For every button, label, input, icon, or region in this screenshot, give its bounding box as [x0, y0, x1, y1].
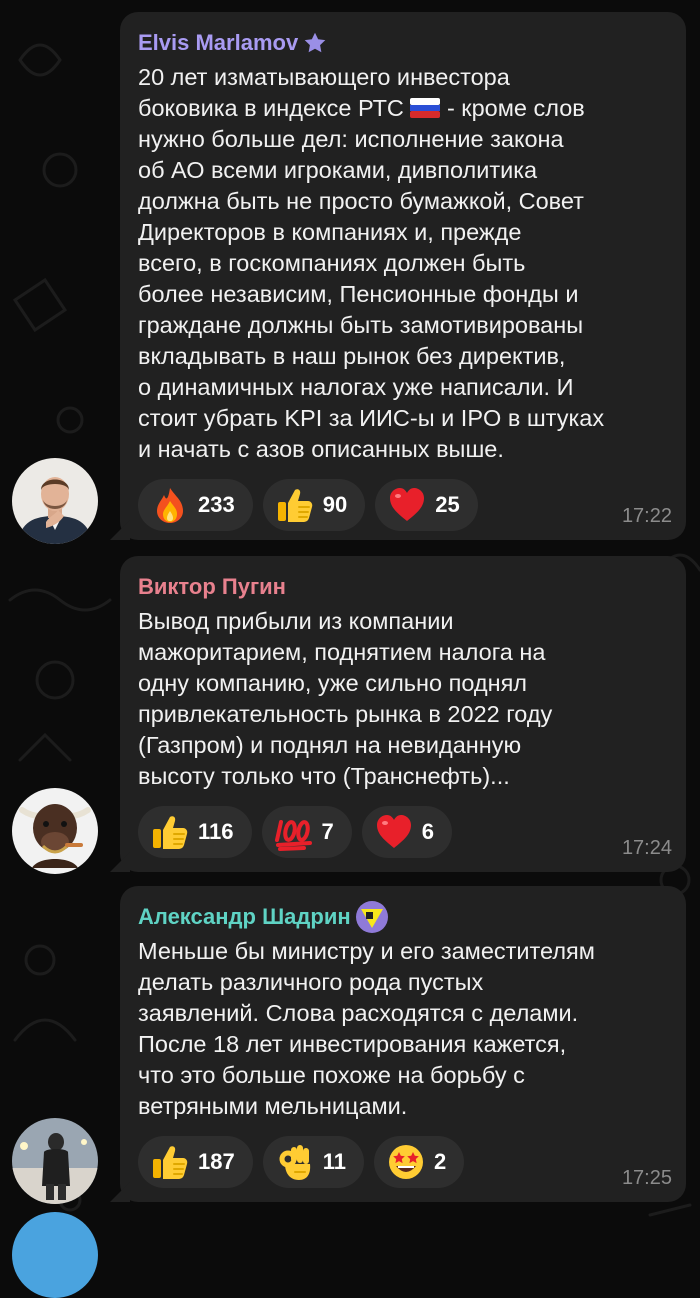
yellow-triangle-badge-icon	[355, 901, 388, 933]
reaction-fire[interactable]: 233	[138, 479, 253, 531]
user-photo	[12, 788, 98, 874]
heart-icon	[376, 815, 411, 848]
reaction-count: 116	[198, 819, 234, 844]
fire-icon	[157, 488, 183, 523]
reaction-thumbs-up[interactable]: 116	[138, 806, 252, 858]
message-author[interactable]: Elvis Marlamov	[138, 30, 668, 56]
message-text: 20 лет изматывающего инвестора боковика …	[138, 64, 605, 462]
star-struck-icon	[388, 1145, 423, 1179]
thumbs-up-icon	[153, 816, 188, 849]
user-photo	[12, 458, 98, 544]
message-bubble[interactable]: Elvis Marlamov 20 лет изматывающего инве…	[110, 12, 686, 540]
message-author[interactable]: Александр Шадрин	[138, 901, 668, 933]
avatar[interactable]	[12, 1118, 98, 1204]
reaction-hundred[interactable]: 7	[261, 806, 352, 858]
reaction-star-struck[interactable]: 2	[373, 1136, 465, 1188]
message-time: 17:22	[621, 505, 672, 527]
reaction-heart[interactable]: 6	[361, 806, 452, 858]
message-text: Вывод прибыли из компании мажоритарием, …	[138, 608, 553, 789]
author-name: Elvis Marlamov	[138, 30, 299, 55]
reaction-thumbs-up[interactable]: 90	[262, 479, 366, 531]
avatar[interactable]	[12, 788, 98, 874]
reaction-count: 7	[321, 819, 334, 844]
star-icon	[304, 32, 326, 53]
reactions-bar: 233 90 25	[138, 479, 668, 531]
heart-icon	[390, 488, 425, 521]
avatar[interactable]	[12, 1212, 98, 1298]
ok-hand-icon	[279, 1145, 310, 1180]
reaction-thumbs-up[interactable]: 187	[138, 1136, 253, 1188]
author-name: Александр Шадрин	[138, 904, 351, 929]
author-name: Виктор Пугин	[138, 574, 286, 599]
message-text: Меньше бы министру и его заместителям де…	[138, 938, 595, 1119]
message-bubble[interactable]: Виктор Пугин Вывод прибыли из компании м…	[110, 556, 686, 872]
reaction-count: 90	[322, 492, 348, 517]
avatar[interactable]	[12, 458, 98, 544]
user-photo	[12, 1118, 98, 1204]
reaction-count: 2	[433, 1149, 447, 1174]
reaction-count: 187	[198, 1149, 235, 1174]
message-author[interactable]: Виктор Пугин	[138, 574, 668, 600]
reaction-count: 11	[322, 1149, 346, 1174]
message-time: 17:24	[621, 837, 672, 859]
reactions-bar: 187 11 2	[138, 1136, 668, 1188]
message-time: 17:25	[621, 1167, 672, 1189]
hundred-points-icon	[274, 820, 312, 851]
reaction-count: 25	[435, 492, 460, 517]
message-bubble[interactable]: Александр Шадрин Меньше бы министру и ег…	[110, 886, 686, 1202]
russian-flag-icon	[410, 98, 441, 118]
thumbs-up-icon	[153, 1146, 188, 1179]
reaction-count: 6	[421, 819, 434, 844]
reaction-heart[interactable]: 25	[375, 479, 478, 531]
thumbs-up-icon	[277, 489, 312, 522]
reactions-bar: 116 7 6	[138, 806, 668, 858]
reaction-ok-hand[interactable]: 11	[262, 1136, 364, 1188]
reaction-count: 233	[198, 492, 235, 517]
